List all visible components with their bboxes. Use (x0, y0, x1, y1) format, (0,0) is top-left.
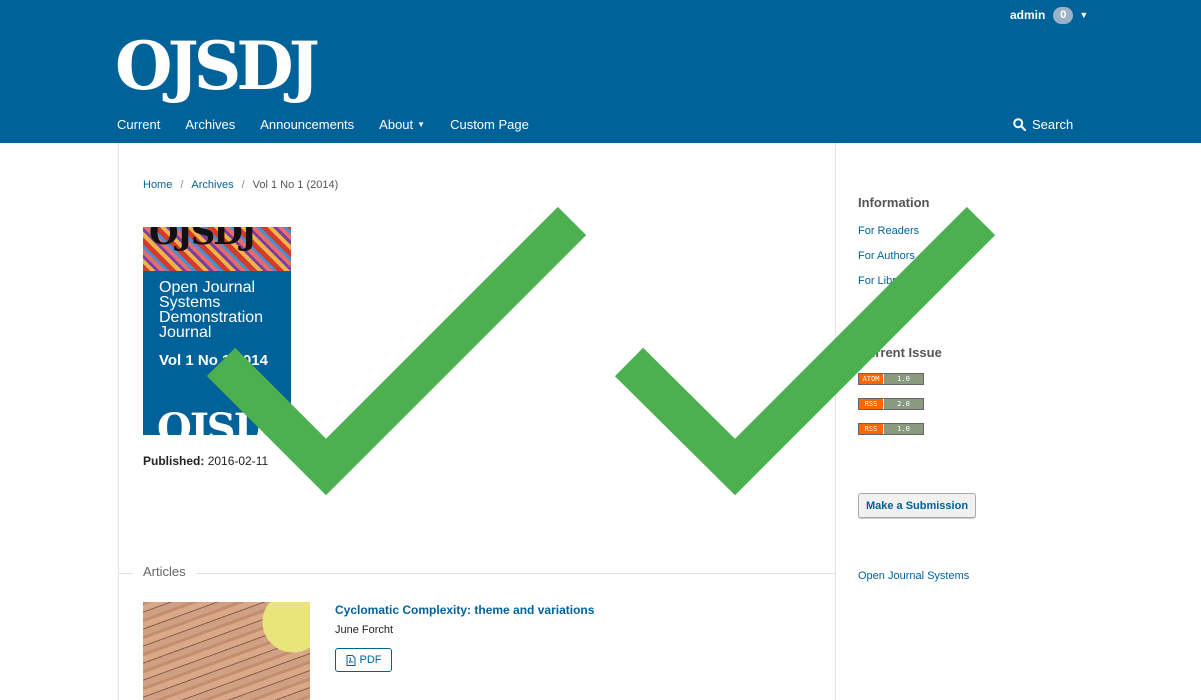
nav-item-archives[interactable]: Archives (185, 117, 235, 132)
site-logo[interactable]: OJSDJ (115, 26, 320, 106)
cover-top-logo: OJSDJ (149, 227, 257, 253)
atom-feed-badge[interactable]: ATOM 1.0 (858, 373, 924, 385)
issue-cover-image[interactable]: OJSDJ Open Journal Systems Demonstration… (143, 227, 291, 435)
current-issue-heading: Current Issue (858, 345, 942, 360)
pdf-label[interactable]: PDF (360, 654, 382, 666)
primary-nav: Current Archives Announcements About ▼ Cu… (117, 117, 554, 132)
information-heading: Information (858, 195, 930, 210)
rss1-feed-badge[interactable]: RSS 1.0 (858, 423, 924, 435)
feed-version: 1.0 (883, 424, 923, 434)
article-title[interactable]: Cyclomatic Complexity: theme and variati… (335, 603, 594, 617)
feed-type: RSS (859, 424, 883, 434)
make-submission-button[interactable]: Make a Submission (858, 493, 976, 518)
articles-heading: Articles (133, 564, 196, 579)
published-date: 2016-02-11 (207, 454, 269, 468)
breadcrumb-separator: / (241, 179, 245, 191)
rss2-feed-badge[interactable]: RSS 2.0 (858, 398, 924, 410)
link-for-readers[interactable]: For Readers (858, 225, 919, 237)
pdf-galley-button[interactable]: PDF (335, 648, 392, 672)
article-cover-image[interactable] (143, 602, 310, 700)
task-count-badge[interactable]: 0 (1053, 6, 1074, 24)
ojs-link[interactable]: Open Journal Systems (858, 570, 969, 582)
user-menu[interactable]: admin 0 ▼ (1010, 6, 1088, 24)
link-for-librarians[interactable]: For Librarians (858, 275, 926, 287)
search-icon (1013, 118, 1026, 131)
chevron-down-icon[interactable]: ▼ (1079, 10, 1088, 20)
feed-version: 1.0 (883, 374, 923, 384)
feed-type: RSS (859, 399, 883, 409)
username[interactable]: admin (1010, 8, 1045, 22)
sidebar: Information For Readers For Authors For … (858, 143, 1178, 700)
search-label[interactable]: Search (1032, 117, 1073, 132)
section-divider (119, 573, 835, 574)
nav-item-about-label[interactable]: About (379, 117, 413, 132)
feed-type: ATOM (859, 374, 883, 384)
article-author: June Forcht (335, 624, 394, 636)
nav-item-about[interactable]: About ▼ (379, 117, 425, 132)
site-header: admin 0 ▼ OJSDJ Current Archives Announc… (0, 0, 1201, 143)
nav-item-custom-page[interactable]: Custom Page (450, 117, 529, 132)
chevron-down-icon: ▼ (417, 120, 426, 129)
published-label: Published: (143, 454, 205, 468)
breadcrumb-current: Vol 1 No 1 (2014) (252, 179, 339, 191)
search-link[interactable]: Search (1013, 117, 1073, 132)
breadcrumb: Home / Archives / Vol 1 No 1 (2014) (143, 179, 338, 191)
breadcrumb-archives[interactable]: Archives (191, 179, 233, 191)
nav-item-announcements[interactable]: Announcements (260, 117, 354, 132)
cover-volume: Vol 1 No 1 2014 (159, 352, 268, 369)
feed-version: 2.0 (883, 399, 923, 409)
issue-published: Published: 2016-02-11 (143, 454, 268, 468)
cover-journal-title: Open Journal Systems Demonstration Journ… (159, 279, 264, 341)
nav-item-current[interactable]: Current (117, 117, 160, 132)
pdf-icon (346, 654, 355, 666)
link-for-authors[interactable]: For Authors (858, 250, 915, 262)
main-content: Home / Archives / Vol 1 No 1 (2014) OJSD… (118, 143, 836, 700)
breadcrumb-separator: / (180, 179, 184, 191)
cover-bottom-logo: OJSDJ (157, 405, 285, 435)
breadcrumb-home[interactable]: Home (143, 179, 172, 191)
